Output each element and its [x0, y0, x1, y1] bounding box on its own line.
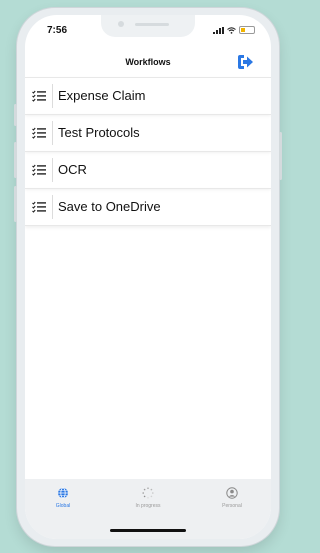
- nav-bar: Workflows: [25, 51, 271, 75]
- battery-icon: [239, 26, 255, 34]
- row-divider: [52, 158, 53, 182]
- mute-switch: [14, 104, 17, 126]
- person-icon: [226, 487, 238, 499]
- wifi-icon: [227, 26, 236, 34]
- tab-global[interactable]: Global: [33, 487, 93, 509]
- page-title: Workflows: [125, 57, 171, 67]
- speaker-grille: [135, 23, 169, 26]
- workflow-list: Expense Claim Test Protocols OCR Save to…: [25, 77, 271, 226]
- status-time: 7:56: [47, 25, 68, 36]
- list-icon: [32, 164, 46, 176]
- row-divider: [52, 195, 53, 219]
- spinner-icon: [142, 487, 154, 499]
- list-icon: [32, 127, 46, 139]
- logout-icon[interactable]: [236, 54, 254, 70]
- list-icon: [32, 201, 46, 213]
- home-indicator: [110, 529, 186, 532]
- status-icons: [213, 26, 255, 34]
- workflow-item-test-protocols[interactable]: Test Protocols: [25, 114, 271, 151]
- globe-icon: [58, 487, 68, 499]
- workflow-label: Test Protocols: [58, 125, 140, 140]
- volume-up-button: [14, 142, 17, 178]
- screen: 7:56 Workflows Expense Claim Test Protoc…: [25, 15, 271, 539]
- tab-label: Global: [55, 503, 71, 509]
- workflow-item-expense-claim[interactable]: Expense Claim: [25, 77, 271, 114]
- workflow-label: OCR: [58, 162, 87, 177]
- tab-in-progress[interactable]: In progress: [118, 487, 178, 509]
- notch: [101, 15, 195, 37]
- list-icon: [32, 90, 46, 102]
- signal-icon: [213, 26, 224, 34]
- workflow-item-ocr[interactable]: OCR: [25, 151, 271, 188]
- tab-label: Personal: [222, 503, 242, 509]
- row-divider: [52, 121, 53, 145]
- tab-label: In progress: [135, 503, 161, 509]
- workflow-label: Save to OneDrive: [58, 199, 161, 214]
- camera-dot: [118, 21, 124, 27]
- workflow-label: Expense Claim: [58, 88, 146, 103]
- volume-down-button: [14, 186, 17, 222]
- tab-bar: Global In progress Personal: [25, 479, 271, 539]
- power-button: [279, 132, 282, 180]
- tab-personal[interactable]: Personal: [202, 487, 262, 509]
- phone-frame: 7:56 Workflows Expense Claim Test Protoc…: [14, 8, 282, 546]
- row-divider: [52, 84, 53, 108]
- workflow-item-save-to-onedrive[interactable]: Save to OneDrive: [25, 188, 271, 226]
- status-bar: 7:56: [25, 15, 271, 45]
